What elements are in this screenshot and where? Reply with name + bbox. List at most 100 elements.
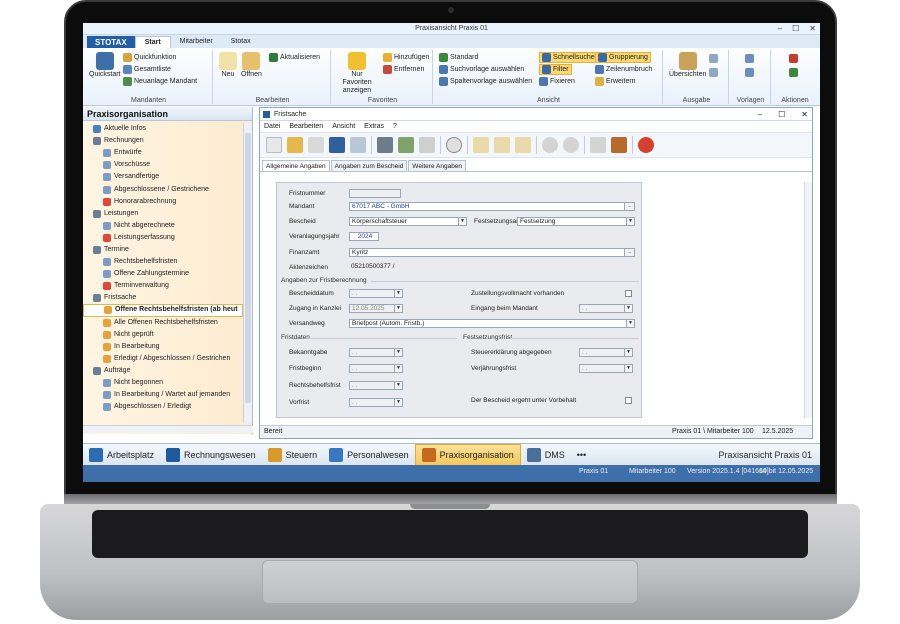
verjaehrungsfrist-field[interactable]: . . ▼	[579, 364, 633, 373]
fristnummer-field[interactable]	[349, 189, 401, 198]
sidebar-item[interactable]: Aktuelle Infos	[83, 123, 243, 135]
tab-allgemeine-angaben[interactable]: Allgemeine Angaben	[262, 160, 330, 171]
schnellsuche-button[interactable]: Schnellsuche	[539, 52, 598, 63]
mandant-field[interactable]: 67017 ABC - GmbH...	[349, 202, 635, 211]
sidebar-scrollbar[interactable]	[243, 123, 252, 423]
delete-icon[interactable]	[789, 54, 798, 63]
suchvorlage-button[interactable]: Suchvorlage auswählen	[439, 65, 524, 74]
entfernen-button[interactable]: Entfernen	[383, 65, 424, 74]
stopwatch-icon[interactable]	[446, 137, 462, 153]
sidebar-item[interactable]: Nicht geprüft	[83, 329, 243, 341]
module-praxisorganisation[interactable]: Praxisorganisation	[414, 443, 521, 466]
steuererklaerung-field[interactable]: . . ▼	[579, 348, 633, 357]
standard-button[interactable]: Standard	[439, 53, 478, 62]
sidebar-item[interactable]: Rechtsbehelfsfristen	[83, 256, 243, 268]
action-icon[interactable]	[789, 68, 798, 77]
gruppierung-button[interactable]: Gruppierung	[595, 52, 651, 63]
menu-help[interactable]: ?	[393, 121, 397, 132]
sidebar-item[interactable]: Erledigt / Abgeschlossen / Gestrichen	[83, 353, 243, 365]
finanzamt-field[interactable]: Kyritz...	[349, 248, 635, 257]
menu-bearbeiten[interactable]: Bearbeiten	[289, 121, 323, 132]
mandant-lookup-button[interactable]: ...	[624, 203, 634, 210]
exit-icon[interactable]	[611, 137, 627, 153]
sidebar-item[interactable]: Aufträge	[83, 365, 243, 377]
tab-mitarbeiter[interactable]: Mitarbeiter	[171, 36, 222, 48]
sidebar-item[interactable]: Honorarabrechnung	[83, 196, 243, 208]
nur-favoriten-button[interactable]: Nur Favoriten anzeigen	[337, 52, 377, 95]
cancel-icon[interactable]	[563, 137, 579, 153]
spaltenvorlage-button[interactable]: Spaltenvorlage auswählen	[439, 77, 532, 86]
sidebar-item[interactable]: Alle Offenen Rechtsbehelfsfristen	[83, 317, 243, 329]
print-icon[interactable]	[709, 54, 718, 63]
menu-extras[interactable]: Extras	[364, 121, 384, 132]
close-button[interactable]: ✕	[809, 24, 816, 33]
module-arbeitsplatz[interactable]: Arbeitsplatz	[83, 444, 160, 466]
eingang-field[interactable]: . . ▼	[579, 304, 633, 313]
bekanntgabe-field[interactable]: . . ▼	[349, 348, 403, 357]
form-scrollbar[interactable]	[804, 182, 812, 418]
stotax-logo[interactable]: STOTAX	[87, 36, 135, 48]
sidebar-item[interactable]: Fristsache	[83, 292, 243, 304]
bescheiddatum-field[interactable]: . . ▼	[349, 289, 403, 298]
hinzufuegen-button[interactable]: Hinzufügen	[383, 53, 429, 62]
sidebar-item[interactable]: Abgeschlossen / Erledigt	[83, 401, 243, 413]
vorbehalt-checkbox[interactable]	[625, 397, 632, 404]
tab-start[interactable]: Start	[134, 36, 171, 48]
module-personalwesen[interactable]: Personalwesen	[323, 444, 415, 466]
uebersichten-button[interactable]: Übersichten	[669, 52, 706, 79]
module-dms[interactable]: DMS	[521, 444, 571, 466]
help-icon[interactable]	[638, 137, 654, 153]
rechtsbehelfsfrist-field[interactable]: . . ▼	[349, 381, 403, 390]
template-edit-icon[interactable]	[745, 68, 754, 77]
save-icon[interactable]	[329, 137, 345, 153]
template-icon[interactable]	[745, 54, 754, 63]
doc-copy-icon[interactable]	[494, 137, 510, 153]
more-modules-button[interactable]: •••	[571, 444, 592, 466]
open-icon[interactable]	[287, 137, 303, 153]
window-maximize-button[interactable]: ☐	[778, 108, 785, 121]
maximize-button[interactable]: ☐	[792, 24, 799, 33]
aktualisieren-button[interactable]: Aktualisieren	[269, 53, 320, 62]
oeffnen-button[interactable]: Öffnen	[241, 52, 262, 79]
quickstart-button[interactable]: Quickstart	[89, 52, 121, 79]
neuanlage-button[interactable]: Neuanlage Mandant	[123, 77, 197, 86]
forward-icon[interactable]	[398, 137, 414, 153]
finanzamt-lookup-button[interactable]: ...	[624, 249, 634, 256]
tab-weitere-angaben[interactable]: Weitere Angaben	[408, 160, 467, 171]
export-icon[interactable]	[709, 68, 718, 77]
versandweg-select[interactable]: Briefpost (Autom. Fristb.) ▼	[349, 319, 635, 328]
sidebar-item[interactable]: Leistungen	[83, 208, 243, 220]
sidebar-item[interactable]: Entwürfe	[83, 147, 243, 159]
doc-move-icon[interactable]	[515, 137, 531, 153]
sidebar-item[interactable]: Rechnungen	[83, 135, 243, 147]
check-icon[interactable]	[542, 137, 558, 153]
mail-icon[interactable]	[419, 137, 435, 153]
sidebar-item[interactable]: Nicht abgerechnete	[83, 220, 243, 232]
sidebar-item[interactable]: Versandfertige	[83, 171, 243, 183]
new-icon[interactable]	[266, 137, 282, 153]
doc-icon[interactable]	[473, 137, 489, 153]
aktenzeichen-field[interactable]: 05210500377 /	[349, 263, 635, 272]
save-as-icon[interactable]	[350, 137, 366, 153]
sidebar-item[interactable]: Abgeschlossene / Gestrichene	[83, 183, 243, 195]
quickfunktion-button[interactable]: Quickfunktion	[123, 53, 176, 62]
vorfrist-field[interactable]: . . ▼	[349, 398, 403, 407]
warning-icon[interactable]	[308, 137, 324, 153]
window-minimize-button[interactable]: –	[758, 108, 762, 121]
sidebar-item[interactable]: Nicht begonnen	[83, 377, 243, 389]
sidebar-item[interactable]: Termine	[83, 244, 243, 256]
sidebar-item[interactable]: Offene Zahlungstermine	[83, 268, 243, 280]
neu-button[interactable]: Neu	[219, 52, 237, 79]
veranlagungsjahr-field[interactable]: 2024	[349, 232, 379, 241]
sidebar-item[interactable]: Terminverwaltung	[83, 280, 243, 292]
zeilenumbruch-button[interactable]: Zeilenumbruch	[595, 65, 652, 74]
minimize-button[interactable]: –	[778, 24, 782, 33]
sidebar-item[interactable]: Offene Rechtsbehelfsfristen (ab heut	[83, 304, 243, 317]
menu-ansicht[interactable]: Ansicht	[332, 121, 355, 132]
sidebar-item[interactable]: In Bearbeitung	[83, 341, 243, 353]
module-rechnungswesen[interactable]: Rechnungswesen	[160, 444, 262, 466]
menu-datei[interactable]: Datei	[264, 121, 280, 132]
festsetzungsart-select[interactable]: Festsetzung ▼	[517, 217, 635, 226]
tab-stotax[interactable]: Stotax	[222, 36, 260, 48]
bescheid-select[interactable]: Körperschaftsteuer ▼	[349, 217, 467, 226]
